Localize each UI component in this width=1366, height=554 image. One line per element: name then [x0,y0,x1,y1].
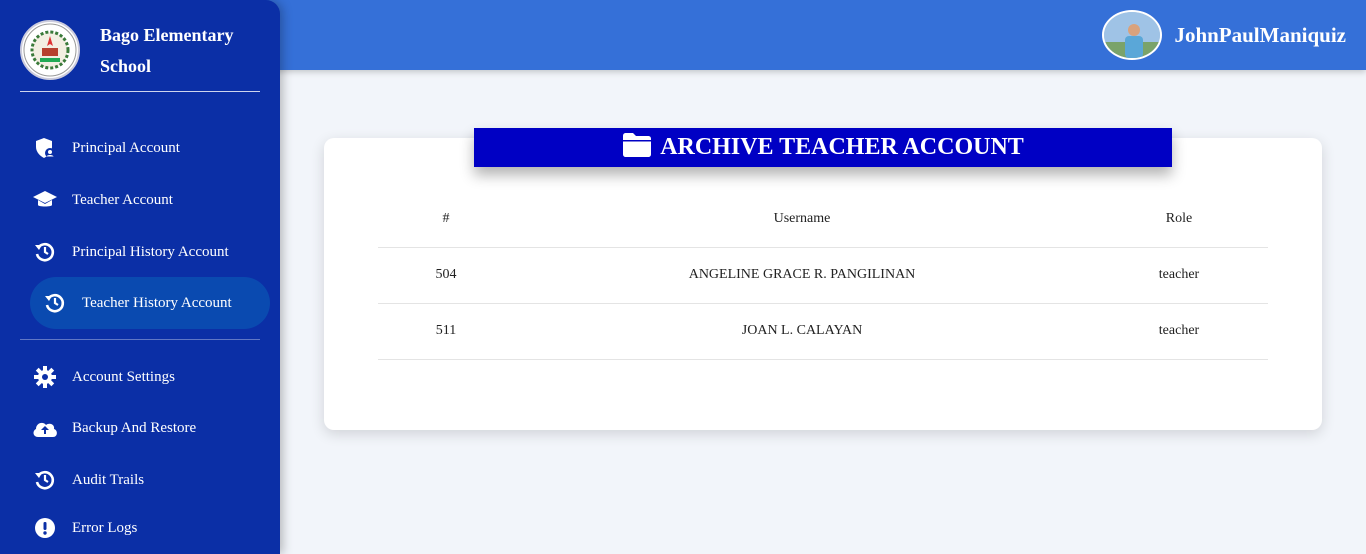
sidebar-item-audit-trails[interactable]: Audit Trails [30,454,270,506]
history-icon [30,237,60,267]
sidebar-item-account-settings[interactable]: Account Settings [30,351,270,403]
username[interactable]: JohnPaulManiquiz [1174,23,1346,48]
sidebar-item-error-logs[interactable]: Error Logs [30,502,270,554]
sidebar-item-backup-restore[interactable]: Backup And Restore [30,402,270,454]
school-name: Bago Elementary School [100,25,234,76]
sidebar-item-principal-account[interactable]: Principal Account [30,122,270,174]
sidebar-item-label: Teacher History Account [82,294,232,311]
column-header-id: # [378,191,514,248]
cell-id: 504 [378,247,514,304]
exclamation-circle-icon [30,513,60,543]
cell-id: 511 [378,303,514,360]
sidebar-item-label: Teacher Account [72,191,173,208]
sidebar-item-label: Principal History Account [72,243,229,260]
sidebar-divider [20,339,260,340]
sidebar-item-label: Account Settings [72,368,175,385]
table-row[interactable]: 504 ANGELINE GRACE R. PANGILINAN teacher [378,247,1268,304]
cell-username: ANGELINE GRACE R. PANGILINAN [514,247,1090,304]
history-icon [30,465,60,495]
column-header-role: Role [1090,191,1268,248]
shield-user-icon [30,133,60,163]
sidebar-item-label: Audit Trails [72,471,145,488]
sidebar-item-label: Error Logs [72,519,138,536]
cell-username: JOAN L. CALAYAN [514,303,1090,360]
sidebar-item-principal-history[interactable]: Principal History Account [30,226,270,278]
table-row[interactable]: 511 JOAN L. CALAYAN teacher [378,303,1268,360]
avatar[interactable] [1102,10,1163,60]
cell-role: teacher [1090,303,1268,360]
page-title: ARCHIVE TEACHER ACCOUNT [660,134,1024,160]
table-header-row: # Username Role [378,191,1268,248]
sidebar-item-teacher-account[interactable]: Teacher Account [30,174,270,226]
gear-icon [30,362,60,392]
sidebar-item-label: Principal Account [72,139,180,156]
page-title-bar: ARCHIVE TEACHER ACCOUNT [474,128,1172,167]
sidebar: Bago Elementary School Principal Account… [0,0,280,554]
school-logo [20,20,80,80]
user-menu[interactable]: JohnPaulManiquiz [1102,10,1346,60]
cell-role: teacher [1090,247,1268,304]
graduation-cap-icon [30,185,60,215]
column-header-username: Username [514,191,1090,248]
folder-icon [622,132,652,163]
brand: Bago Elementary School [20,0,260,92]
archive-table: # Username Role 504 ANGELINE GRACE R. PA… [378,191,1268,360]
sidebar-item-teacher-history[interactable]: Teacher History Account [30,277,270,329]
history-icon [40,288,70,318]
sidebar-item-label: Backup And Restore [72,419,197,436]
cloud-upload-icon [30,413,60,443]
